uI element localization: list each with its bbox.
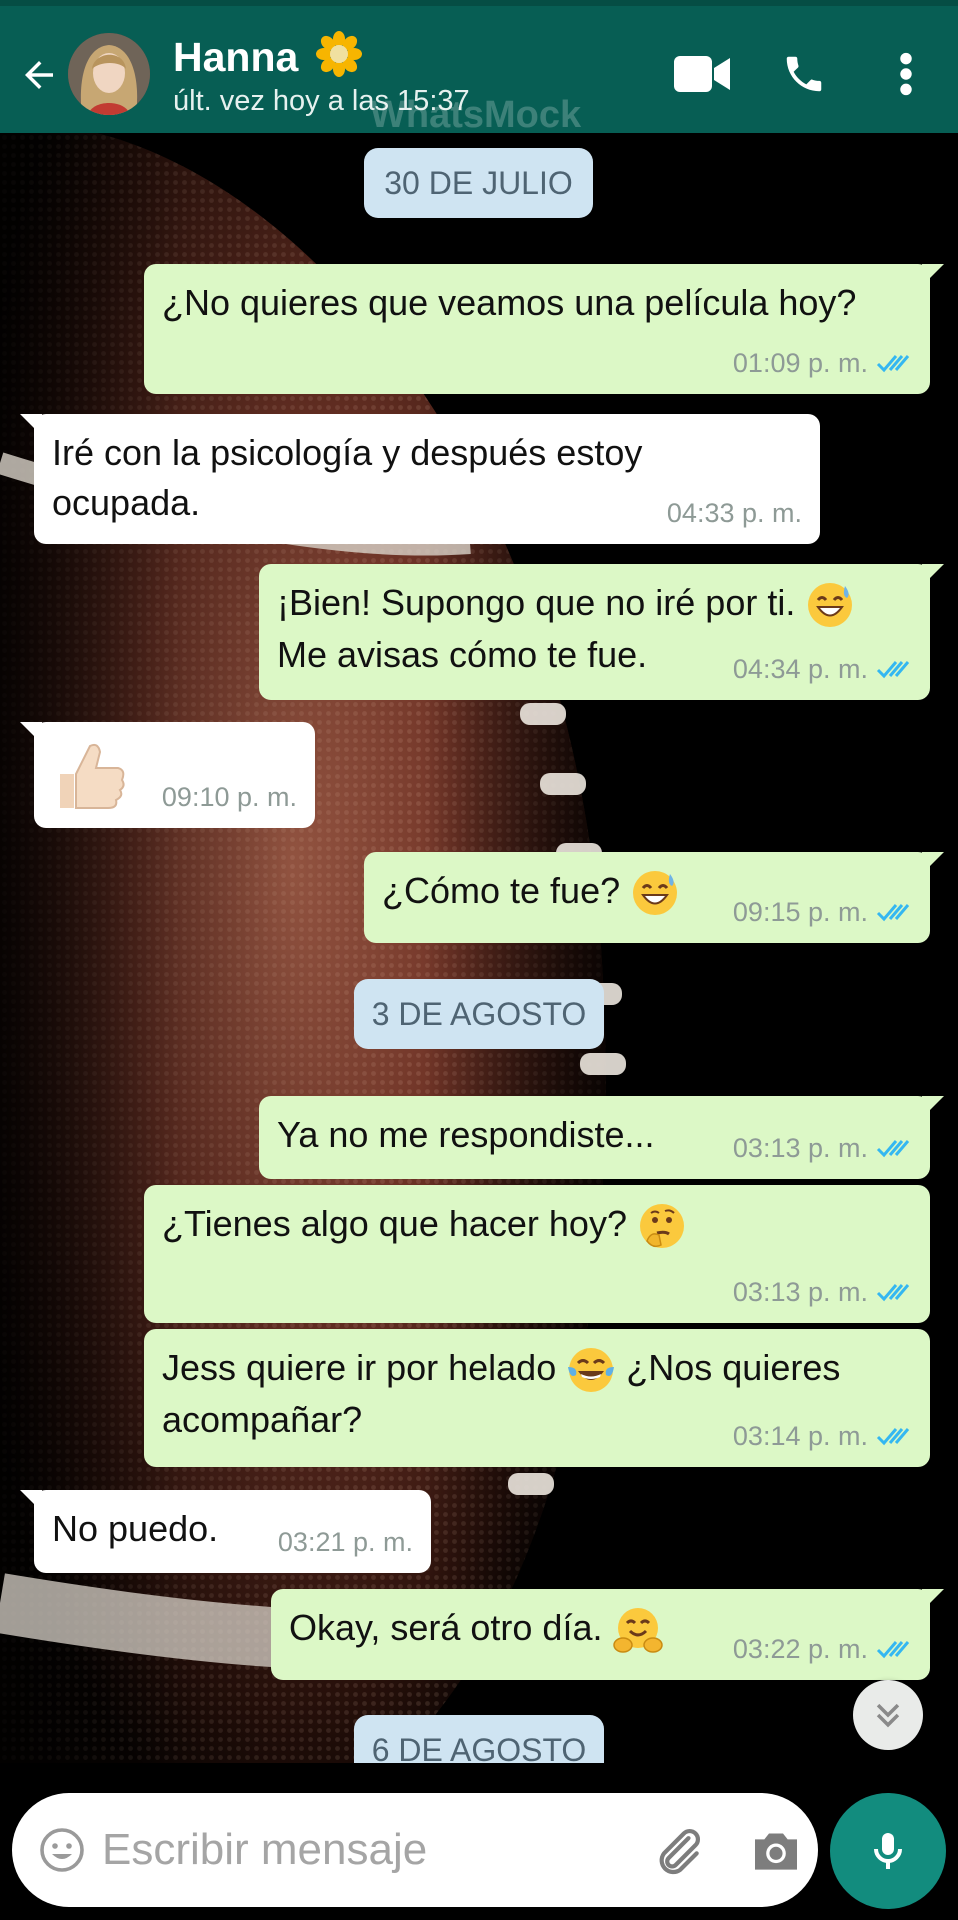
message-meta: 03:13 p. m.: [733, 1274, 912, 1311]
message-outgoing[interactable]: Ya no me respondiste... 03:13 p. m.: [259, 1096, 944, 1179]
message-text: ¿No quieres que veamos una película hoy?: [162, 282, 857, 323]
message-meta: 09:10 p. m.: [162, 779, 297, 816]
double-chevron-down-icon: [876, 1703, 900, 1728]
message-time: 03:14 p. m.: [732, 1420, 868, 1451]
message-outgoing[interactable]: ¿Cómo te fue? 09:15 p. m.: [364, 852, 944, 943]
emoji-icon[interactable]: [38, 1826, 86, 1874]
grinning-sweat-emoji-icon: [633, 871, 678, 916]
microphone-icon: [874, 1833, 902, 1869]
message-meta: 09:15 p. m.: [733, 894, 912, 931]
date-separator: 6 DE AGOSTO: [354, 1715, 604, 1763]
message-meta: 04:33 p. m.: [667, 495, 802, 532]
message-time: 03:21 p. m.: [277, 1526, 413, 1557]
contact-name[interactable]: Hanna: [173, 31, 362, 81]
thinking-emoji-icon: [639, 1204, 684, 1249]
input-box[interactable]: [12, 1793, 818, 1907]
read-receipt-icon: [876, 661, 910, 679]
watermark: WhatsMock: [370, 94, 582, 136]
camera-icon[interactable]: [748, 1823, 804, 1879]
chat-area[interactable]: 30 DE JULIO ¿No quieres que veamos una p…: [0, 133, 958, 1763]
message-text: ¿Tienes algo que hacer hoy?: [162, 1203, 627, 1244]
contact-avatar[interactable]: [68, 33, 150, 115]
message-incoming[interactable]: 09:10 p. m.: [20, 722, 315, 828]
message-outgoing[interactable]: ¿Tienes algo que hacer hoy? 03:13 p. m.: [144, 1185, 930, 1323]
read-receipt-icon: [876, 1140, 910, 1158]
more-options-button[interactable]: [876, 46, 936, 102]
read-receipt-icon: [876, 1641, 910, 1659]
message-text: Okay, será otro día.: [289, 1607, 603, 1648]
message-outgoing[interactable]: ¡Bien! Supongo que no iré por ti. Me avi…: [259, 564, 944, 700]
phone-icon: [786, 56, 822, 92]
read-receipt-icon: [876, 355, 910, 373]
message-incoming[interactable]: Iré con la psicología y después estoy oc…: [20, 414, 820, 544]
message-time: 09:15 p. m.: [732, 896, 868, 927]
video-call-icon: [674, 56, 730, 92]
chat-header: Hanna últ. vez hoy a las 15:37 WhatsMock: [0, 0, 958, 136]
message-meta: 03:13 p. m.: [733, 1130, 912, 1167]
voice-call-button[interactable]: [774, 46, 834, 102]
read-receipt-icon: [876, 1284, 910, 1302]
grinning-sweat-emoji-icon: [808, 583, 853, 628]
message-text: ¿Cómo te fue?: [382, 870, 621, 911]
read-receipt-icon: [876, 1428, 910, 1446]
scroll-to-bottom-button[interactable]: [853, 1680, 923, 1750]
message-outgoing[interactable]: Jess quiere ir por helado ¿Nos quieres a…: [144, 1329, 930, 1467]
message-outgoing[interactable]: Okay, será otro día. 03:22 p. m.: [271, 1589, 944, 1680]
thumbs-up-emoji-icon: [60, 743, 125, 809]
hugging-emoji-icon: [612, 1608, 663, 1654]
message-meta: 03:14 p. m.: [733, 1418, 912, 1455]
flower-emoji-icon: [315, 31, 362, 77]
attach-icon[interactable]: [650, 1823, 706, 1879]
voice-message-button[interactable]: [830, 1793, 946, 1909]
message-meta: 01:09 p. m.: [733, 345, 912, 382]
message-time: 03:13 p. m.: [732, 1276, 868, 1307]
read-receipt-icon: [876, 904, 910, 922]
back-arrow-icon: [25, 61, 53, 89]
message-outgoing[interactable]: ¿No quieres que veamos una película hoy?…: [144, 264, 944, 394]
message-input[interactable]: [102, 1815, 632, 1885]
message-incoming[interactable]: No puedo. 03:21 p. m.: [20, 1490, 431, 1573]
more-options-icon: [900, 52, 912, 96]
message-time: 09:10 p. m.: [161, 781, 297, 812]
message-meta: 03:21 p. m.: [278, 1524, 413, 1561]
message-time: 04:33 p. m.: [666, 497, 802, 528]
message-meta: 04:34 p. m.: [733, 651, 912, 688]
message-time: 03:22 p. m.: [732, 1633, 868, 1664]
tears-of-joy-emoji-icon: [568, 1348, 615, 1393]
back-button[interactable]: [14, 50, 64, 100]
date-separator: 3 DE AGOSTO: [354, 979, 604, 1049]
message-time: 01:09 p. m.: [732, 347, 868, 378]
date-separator: 30 DE JULIO: [364, 148, 593, 218]
message-time: 03:13 p. m.: [732, 1132, 868, 1163]
message-composer: [0, 1763, 958, 1920]
video-call-button[interactable]: [672, 46, 732, 102]
message-text: Jess quiere ir por helado: [162, 1347, 557, 1388]
message-text: ¡Bien! Supongo que no iré por ti.: [277, 582, 796, 623]
message-time: 04:34 p. m.: [732, 653, 868, 684]
message-meta: 03:22 p. m.: [733, 1631, 912, 1668]
